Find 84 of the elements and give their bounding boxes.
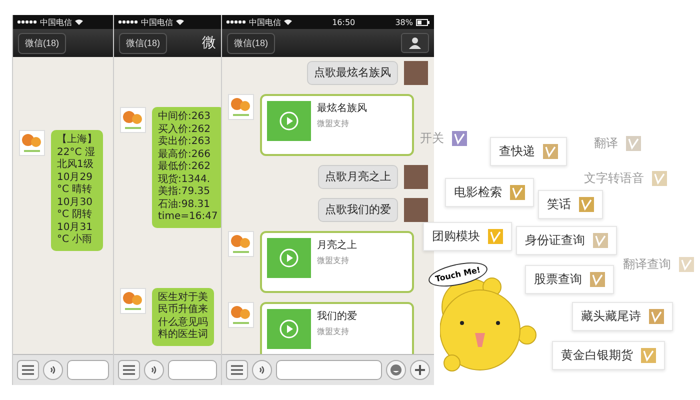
logo-icon [120,288,146,314]
menu-button[interactable] [226,360,248,380]
voice-button[interactable] [144,360,164,380]
battery-icon [416,18,430,26]
plus-icon [415,365,425,375]
wifi-icon [176,19,184,25]
tag-label: 藏头藏尾诗 [581,308,641,325]
song-source: 微盟支持 [317,255,350,266]
music-card[interactable]: 月亮之上 微盟支持 [260,231,414,293]
tag-label: 翻译查询 [623,256,671,273]
list-icon [22,365,34,375]
music-card[interactable]: 最炫名族风 微盟支持 [260,94,414,156]
wifi-icon [75,19,83,25]
song-source: 微盟支持 [317,326,350,337]
signal-icon [118,20,138,24]
back-button[interactable]: 微信(18) [227,32,276,54]
battery-percent: 38% [395,18,413,26]
tag-label: 黄金白银期货 [561,347,633,364]
song-title: 月亮之上 [317,238,357,252]
tag-label: 电影检索 [454,184,502,201]
voice-button[interactable] [252,360,272,380]
chat-title: 微 [202,34,216,52]
voice-button[interactable] [43,360,63,380]
song-source: 微盟支持 [317,118,350,129]
song-title: 最炫名族风 [317,102,367,115]
photo-placeholder [404,165,428,189]
logo-icon [19,130,45,156]
photo-placeholder [404,61,428,85]
list-icon [123,365,135,375]
signal-icon [226,20,246,24]
tag-label: 笑话 [547,196,571,213]
sound-waves-icon [48,365,58,375]
feature-tag[interactable]: 身份证查询 [516,226,617,255]
person-icon [409,37,421,49]
feature-tag[interactable]: 查快递 [490,137,567,166]
play-icon [279,248,299,268]
message-input[interactable] [168,360,217,380]
carrier-label: 中国电信 [249,16,281,28]
message-bubble: 医生对于美 民币升值来 什么意见吗 料的医生词 [152,288,214,346]
music-card[interactable]: 我们的爱 微盟支持 [260,302,414,354]
tag-label: 身份证查询 [525,232,585,249]
profile-button[interactable] [401,33,429,53]
menu-button[interactable] [17,360,39,380]
signal-icon [17,20,37,24]
wifi-icon [284,19,292,25]
carrier-label: 中国电信 [40,16,72,28]
carrier-label: 中国电信 [141,16,173,28]
tag-label: 开关 [420,130,444,147]
play-icon [279,111,299,131]
message-bubble: 点歌月亮之上 [318,165,398,188]
tag-label: 查快递 [499,143,535,160]
play-icon [279,319,299,339]
feature-tag[interactable]: 股票查询 [525,265,614,294]
message-input[interactable] [276,360,382,380]
message-bubble: 【上海】 22°C 湿 北风1级 10月29 °C 晴转 10月30 °C 阴转 10月31 °C 小雨 [51,130,103,250]
list-icon [231,365,243,375]
message-bubble: 点歌最炫名族风 [307,61,398,84]
logo-icon [228,231,254,257]
message-input[interactable] [67,360,109,380]
feature-tag[interactable]: 黄金白银期货 [552,341,665,370]
tag-label: 文字转语音 [584,170,644,187]
tag-label: 翻译 [594,135,618,152]
logo-icon [120,107,146,133]
logo-icon [228,302,254,328]
photo-placeholder [404,198,428,222]
menu-button[interactable] [118,360,140,380]
back-button[interactable]: 微信(18) [119,32,168,54]
sound-waves-icon [149,365,159,375]
feature-tag[interactable]: 团购模块 [423,222,512,251]
message-bubble: 点歌我们的爱 [318,198,398,222]
tag-label: 团购模块 [432,228,480,245]
feature-tag[interactable]: 电影检索 [445,178,534,207]
sound-waves-icon [257,365,267,375]
clock-time: 16:50 [332,18,356,26]
back-button[interactable]: 微信(18) [18,32,66,54]
smiley-icon [390,364,402,376]
feature-tag[interactable]: 藏头藏尾诗 [572,302,673,331]
tag-label: 股票查询 [534,271,582,288]
emoji-button[interactable] [386,360,406,380]
feature-tag[interactable]: 笑话 [538,190,603,219]
message-bubble: 中间价:263 买入价:262 卖出价:263 最高价:266 最低价:262 现货:1344. 美指:79.35 石油:98.31 time=16:47 [152,107,221,228]
add-button[interactable] [410,360,430,380]
song-title: 我们的爱 [317,310,357,323]
logo-icon [228,94,254,120]
